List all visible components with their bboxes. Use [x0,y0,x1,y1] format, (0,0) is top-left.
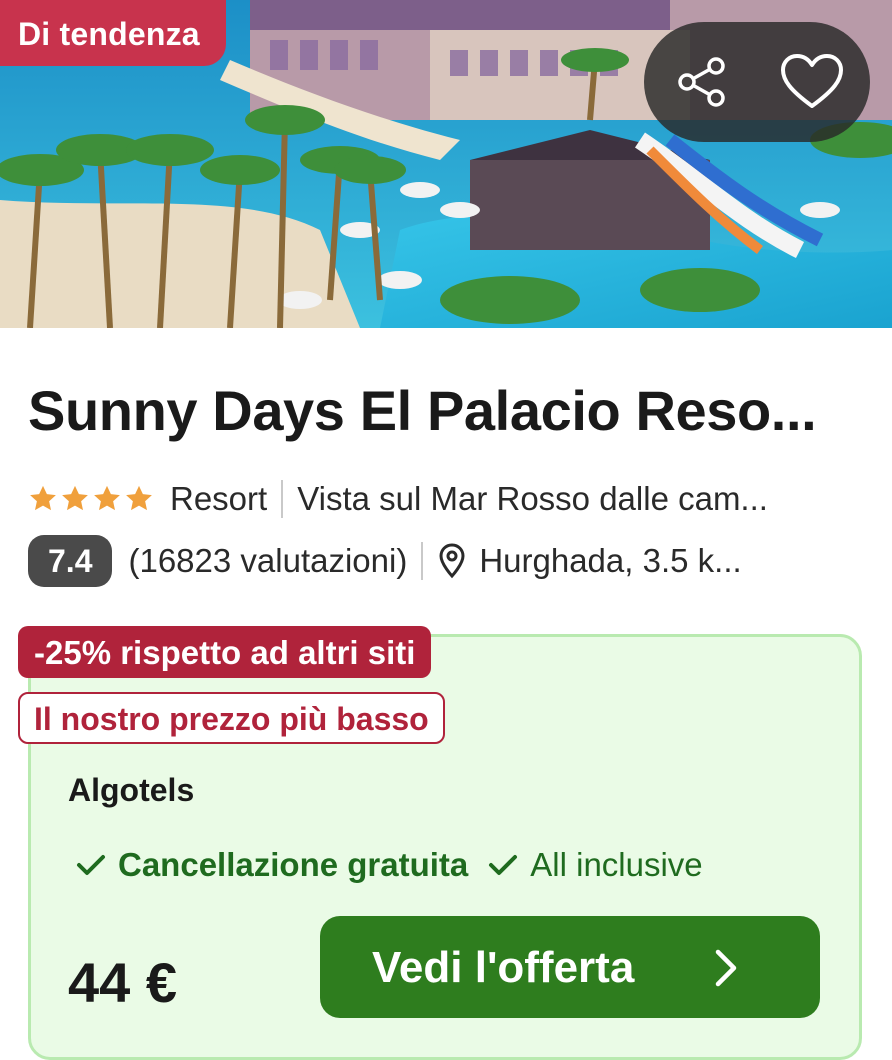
feature-all-inclusive: All inclusive [488,846,703,884]
hotel-location: Hurghada, 3.5 k... [479,542,742,579]
share-icon [678,57,725,107]
lowest-price-badge: Il nostro prezzo più basso [18,692,445,744]
rating-location-row: 7.4 (16823 valutazioni) Hurghada, 3.5 k.… [28,534,858,588]
hotel-name[interactable]: Sunny Days El Palacio Reso... [28,378,868,443]
checkmark-icon [489,855,518,875]
checkmark-icon [77,855,105,875]
review-score-badge: 7.4 [28,535,113,587]
offer-provider: Algotels [68,772,195,808]
photo-actions [644,22,870,142]
star-icon [62,485,88,511]
hotel-highlight: Vista sul Mar Rosso dalle cam... [297,480,768,517]
heart-icon [781,54,843,108]
hotel-type: Resort [170,480,268,517]
star-icon [94,485,120,511]
discount-badge: -25% rispetto ad altri siti [18,626,432,678]
chevron-right-icon [715,949,737,987]
feature-free-cancellation: Cancellazione gratuita [76,846,468,884]
offer-features: Cancellazione gratuita All inclusive [76,842,703,888]
share-button[interactable] [666,46,738,118]
view-offer-label: Vedi l'offerta [372,943,635,992]
favorite-button[interactable] [776,46,848,118]
feature-label: Cancellazione gratuita [118,846,469,883]
feature-label: All inclusive [530,846,703,883]
divider [421,542,424,580]
star-icon [30,485,56,511]
view-offer-button[interactable]: Vedi l'offerta [320,916,820,1018]
trending-badge: Di tendenza [0,0,226,66]
star-rating [28,484,156,514]
hotel-photo[interactable]: Di tendenza [0,0,892,328]
divider [281,480,284,518]
offer-price: 44 € [68,951,177,1014]
review-count[interactable]: (16823 valutazioni) [128,542,407,580]
location-pin-icon [439,543,465,579]
star-icon [126,485,152,511]
hotel-meta-row: Resort Vista sul Mar Rosso dalle cam... [28,476,858,522]
